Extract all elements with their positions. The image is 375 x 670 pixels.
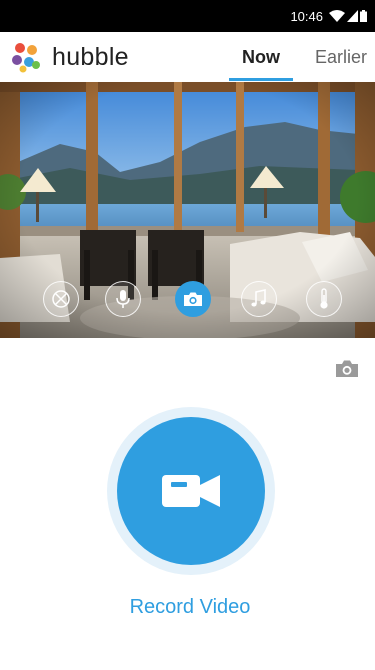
thermometer-icon bbox=[320, 288, 328, 309]
microphone-button[interactable] bbox=[105, 281, 141, 317]
signal-icon bbox=[347, 10, 358, 22]
microphone-icon bbox=[116, 290, 130, 308]
pan-tilt-icon bbox=[52, 290, 70, 308]
camera-icon bbox=[184, 292, 202, 306]
status-icons bbox=[329, 10, 367, 22]
record-video-label[interactable]: Record Video bbox=[0, 596, 375, 619]
temperature-button[interactable] bbox=[306, 281, 342, 317]
status-time: 10:46 bbox=[290, 8, 323, 24]
view-tabs: Now Earlier bbox=[229, 32, 375, 82]
pan-tilt-button[interactable] bbox=[43, 281, 79, 317]
music-note-icon bbox=[251, 289, 266, 307]
record-video-button[interactable] bbox=[117, 417, 265, 565]
brand-name: hubble bbox=[52, 42, 129, 71]
app-header: hubble Now Earlier bbox=[0, 32, 375, 82]
tab-earlier[interactable]: Earlier bbox=[307, 32, 375, 82]
status-bar: 10:46 bbox=[0, 0, 375, 32]
battery-icon bbox=[360, 10, 367, 22]
camera-controls bbox=[0, 281, 375, 321]
video-camera-icon bbox=[162, 475, 220, 507]
brand: hubble bbox=[10, 40, 129, 74]
take-snapshot-button[interactable] bbox=[333, 356, 361, 380]
tab-now[interactable]: Now bbox=[229, 32, 293, 82]
snapshot-mode-button[interactable] bbox=[175, 281, 211, 317]
wifi-icon bbox=[329, 10, 345, 22]
camera-icon bbox=[336, 360, 358, 377]
lullaby-button[interactable] bbox=[241, 281, 277, 317]
hubble-logo-icon bbox=[12, 43, 40, 73]
